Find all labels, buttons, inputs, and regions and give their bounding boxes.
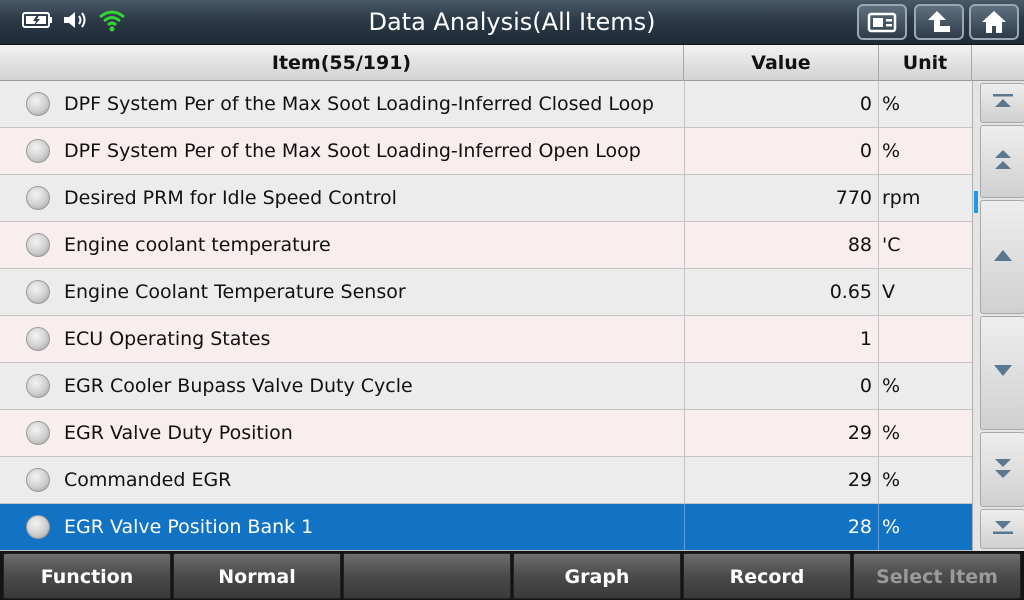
item-unit: % [882, 140, 901, 162]
table-row[interactable]: DPF System Per of the Max Soot Loading-I… [0, 81, 972, 128]
item-unit: % [882, 469, 901, 491]
select-item-button: Select Item [853, 553, 1021, 599]
page-down-icon [991, 455, 1015, 485]
row-radio[interactable] [26, 92, 50, 116]
scroll-up-button[interactable] [980, 200, 1024, 314]
item-name: Engine coolant temperature [64, 234, 331, 256]
item-name: DPF System Per of the Max Soot Loading-I… [64, 140, 641, 162]
item-value: 0 [684, 128, 879, 174]
table-header: Item(55/191) Value Unit [0, 45, 1024, 81]
item-value: 0 [684, 363, 879, 409]
normal-button[interactable]: Normal [173, 553, 341, 599]
scroll-up-icon [991, 247, 1015, 267]
item-name: EGR Valve Duty Position [64, 422, 293, 444]
item-value: 0 [684, 81, 879, 127]
item-name: EGR Valve Position Bank 1 [64, 516, 314, 538]
screenshot-button[interactable] [857, 4, 907, 40]
item-unit: % [882, 375, 901, 397]
item-value: 88 [684, 222, 879, 268]
row-radio[interactable] [26, 421, 50, 445]
item-value: 770 [684, 175, 879, 221]
table-row[interactable]: EGR Valve Duty Position 29 % [0, 410, 972, 457]
screenshot-icon [867, 11, 897, 33]
scroll-bottom-icon [991, 519, 1015, 539]
table-row[interactable]: Engine Coolant Temperature Sensor 0.65 V [0, 269, 972, 316]
item-unit: rpm [882, 187, 921, 209]
row-radio[interactable] [26, 280, 50, 304]
row-radio[interactable] [26, 374, 50, 398]
row-radio[interactable] [26, 139, 50, 163]
scroll-position-indicator [974, 191, 978, 213]
item-value: 29 [684, 410, 879, 456]
table-row[interactable]: EGR Cooler Bupass Valve Duty Cycle 0 % [0, 363, 972, 410]
item-name: Desired PRM for Idle Speed Control [64, 187, 397, 209]
item-unit: V [882, 281, 895, 303]
row-radio[interactable] [26, 233, 50, 257]
column-header-blank [972, 45, 1024, 81]
table-row[interactable]: Commanded EGR 29 % [0, 457, 972, 504]
home-button[interactable] [969, 4, 1019, 40]
row-radio[interactable] [26, 515, 50, 539]
page-up-button[interactable] [980, 125, 1024, 198]
data-list: DPF System Per of the Max Soot Loading-I… [0, 81, 972, 551]
item-unit [879, 316, 972, 362]
scroll-top-icon [991, 93, 1015, 113]
row-radio[interactable] [26, 327, 50, 351]
column-header-item: Item(55/191) [0, 45, 684, 81]
item-value: 28 [684, 504, 879, 550]
page-down-button[interactable] [980, 432, 1024, 507]
item-unit: % [882, 93, 901, 115]
scroll-down-icon [991, 363, 1015, 383]
item-name: EGR Cooler Bupass Valve Duty Cycle [64, 375, 413, 397]
item-value: 0.65 [684, 269, 879, 315]
item-value: 1 [684, 316, 879, 362]
item-name: Commanded EGR [64, 469, 232, 491]
function-bar: Function Normal Graph Record Select Item [0, 551, 1024, 600]
table-row[interactable]: DPF System Per of the Max Soot Loading-I… [0, 128, 972, 175]
data-analysis-screen: Data Analysis(All Items) Item(55/191) Va… [0, 0, 1024, 600]
item-name: Engine Coolant Temperature Sensor [64, 281, 406, 303]
item-name: DPF System Per of the Max Soot Loading-I… [64, 93, 654, 115]
table-row[interactable]: ECU Operating States 1 [0, 316, 972, 363]
function-button[interactable]: Function [3, 553, 171, 599]
row-radio[interactable] [26, 468, 50, 492]
scroll-down-button[interactable] [980, 316, 1024, 430]
table-row[interactable]: Engine coolant temperature 88 'C [0, 222, 972, 269]
back-icon [925, 9, 953, 35]
back-button[interactable] [914, 4, 964, 40]
item-value: 29 [684, 457, 879, 503]
item-unit: % [882, 422, 901, 444]
page-up-icon [991, 147, 1015, 177]
column-header-unit: Unit [879, 45, 972, 81]
item-unit: 'C [882, 234, 901, 256]
scroll-panel [972, 81, 1024, 551]
graph-button[interactable]: Graph [513, 553, 681, 599]
item-unit: % [882, 516, 901, 538]
blank-button[interactable] [343, 553, 511, 599]
title-bar: Data Analysis(All Items) [0, 0, 1024, 45]
table-row[interactable]: Desired PRM for Idle Speed Control 770 r… [0, 175, 972, 222]
row-radio[interactable] [26, 186, 50, 210]
scroll-top-button[interactable] [980, 83, 1024, 123]
home-icon [980, 9, 1008, 35]
table-row-selected[interactable]: EGR Valve Position Bank 1 28 % [0, 504, 972, 551]
column-header-value: Value [684, 45, 879, 81]
scroll-bottom-button[interactable] [980, 509, 1024, 549]
item-name: ECU Operating States [64, 328, 271, 350]
record-button[interactable]: Record [683, 553, 851, 599]
